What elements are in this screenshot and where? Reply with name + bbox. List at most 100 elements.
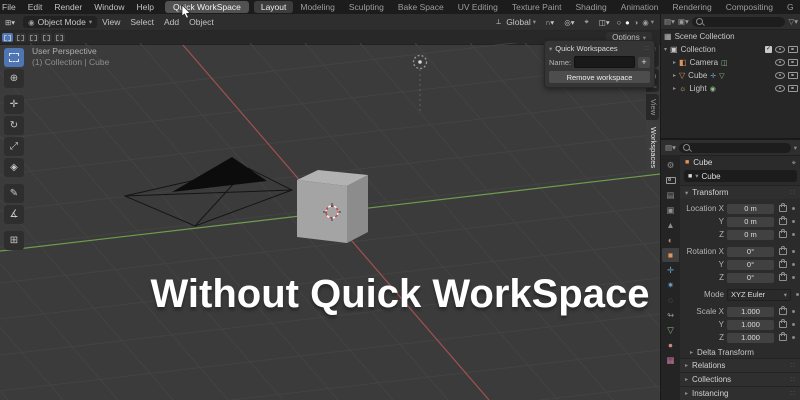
select-mode-set-button[interactable] <box>2 33 13 42</box>
select-mode-invert-button[interactable] <box>41 33 52 42</box>
tab-texture[interactable]: ▦ <box>662 353 679 367</box>
lock-icon[interactable] <box>779 306 787 315</box>
hide-viewport-icon[interactable] <box>775 59 785 66</box>
lock-icon[interactable] <box>779 203 787 212</box>
outliner-row-scene-collection[interactable]: ▦ Scene Collection <box>661 30 800 43</box>
relations-panel[interactable]: ▸ Relations :: <box>680 358 800 372</box>
viewport-canvas[interactable] <box>0 43 660 400</box>
tab-world[interactable]: ◐ <box>662 233 679 247</box>
collection-checkbox[interactable]: ✓ <box>765 46 772 53</box>
expand-icon[interactable]: ▸ <box>673 59 676 66</box>
workspace-tab-rendering[interactable]: Rendering <box>666 1 719 13</box>
transform-panel-header[interactable]: ▾ Transform :: <box>680 185 800 199</box>
snap-magnet-icon[interactable]: ∩▾ <box>540 18 559 27</box>
expand-icon[interactable]: ▾ <box>664 46 667 53</box>
tab-constraints[interactable]: ↬ <box>662 308 679 322</box>
location-x-field[interactable]: 0 m <box>727 203 774 214</box>
expand-icon[interactable]: ▸ <box>673 85 676 92</box>
add-cube-tool-icon[interactable]: ⊞ <box>4 231 24 250</box>
menu-edit[interactable]: Edit <box>22 2 49 12</box>
workspace-tab-bake-space[interactable]: Bake Space <box>391 1 451 13</box>
select-box-tool-icon[interactable] <box>4 48 24 67</box>
animate-dot-icon[interactable] <box>792 233 795 236</box>
scale-x-field[interactable]: 1.000 <box>727 306 774 317</box>
lock-icon[interactable] <box>779 272 787 281</box>
location-z-field[interactable]: 0 m <box>727 229 774 240</box>
viewport-3d[interactable] <box>0 43 660 400</box>
lock-icon[interactable] <box>779 319 787 328</box>
disable-render-icon[interactable] <box>788 72 798 79</box>
tab-output[interactable]: ▤ <box>662 188 679 202</box>
rotate-tool-icon[interactable]: ↻ <box>4 116 24 135</box>
tab-view-layer[interactable]: ▣ <box>662 203 679 217</box>
outliner-row-camera[interactable]: ▸ ◧ Camera ◫ <box>661 56 800 69</box>
animate-dot-icon[interactable] <box>792 323 795 326</box>
drag-handle-icon[interactable]: :: <box>644 45 650 52</box>
transform-tool-icon[interactable]: ◈ <box>4 158 24 177</box>
scale-y-field[interactable]: 1.000 <box>727 319 774 330</box>
collections-panel[interactable]: ▸ Collections :: <box>680 372 800 386</box>
disable-render-icon[interactable] <box>788 59 798 66</box>
rotation-x-field[interactable]: 0° <box>727 246 774 257</box>
tab-modifiers[interactable]: ✛ <box>662 263 679 277</box>
menu-render[interactable]: Render <box>48 2 88 12</box>
shading-rendered-icon[interactable]: ◉ <box>640 18 651 27</box>
gizmo-icon[interactable]: ⌖ <box>580 17 594 27</box>
menu-select[interactable]: Select <box>125 17 159 27</box>
menu-help[interactable]: Help <box>130 2 159 12</box>
tab-tool[interactable]: ⚙ <box>662 158 679 172</box>
menu-add[interactable]: Add <box>159 17 184 27</box>
outliner-filter-mode-icon[interactable]: ▣▾ <box>678 17 689 26</box>
lock-icon[interactable] <box>779 216 787 225</box>
select-mode-extend-button[interactable] <box>15 33 26 42</box>
tab-material[interactable]: ● <box>662 338 679 352</box>
object-name-field[interactable]: ■ ▾ Cube <box>684 170 797 182</box>
lock-icon[interactable] <box>779 246 787 255</box>
measure-tool-icon[interactable]: ∡ <box>4 205 24 224</box>
properties-search-input[interactable] <box>678 142 791 153</box>
chevron-down-icon[interactable]: ▾ <box>794 144 797 152</box>
menu-window[interactable]: Window <box>88 2 130 12</box>
expand-icon[interactable]: ▸ <box>673 72 676 79</box>
hide-viewport-icon[interactable] <box>775 85 785 92</box>
cursor-tool-icon[interactable]: ⊕ <box>4 69 24 88</box>
workspace-tab-shading[interactable]: Shading <box>568 1 613 13</box>
editor-type-icon[interactable]: ▤▾ <box>665 143 676 152</box>
workspace-tab-texture-paint[interactable]: Texture Paint <box>505 1 569 13</box>
transform-orientation-selector[interactable]: Global <box>506 17 531 27</box>
lock-icon[interactable] <box>779 229 787 238</box>
location-y-field[interactable]: 0 m <box>727 216 774 227</box>
overlays-icon[interactable]: ◫▾ <box>594 18 615 27</box>
pin-icon[interactable]: ⌖ <box>792 158 796 168</box>
outliner-row-cube[interactable]: ▸ ▽ Cube ✛ ▽ <box>661 69 800 82</box>
lock-icon[interactable] <box>779 259 787 268</box>
select-mode-subtract-button[interactable] <box>28 33 39 42</box>
workspace-tab-compositing[interactable]: Compositing <box>719 1 780 13</box>
add-workspace-button[interactable]: + <box>638 56 650 68</box>
proportional-editing-icon[interactable]: ◎▾ <box>559 18 579 27</box>
workspace-tab-animation[interactable]: Animation <box>614 1 666 13</box>
instancing-panel[interactable]: ▸ Instancing :: <box>680 386 800 400</box>
workspace-tab-layout[interactable]: Layout <box>253 1 294 13</box>
tab-particles[interactable]: ✷ <box>662 278 679 292</box>
sidebar-tab-view[interactable]: View <box>646 94 659 121</box>
quick-workspace-menu-button[interactable]: Quick WorkSpace <box>164 1 249 13</box>
lock-icon[interactable] <box>779 332 787 341</box>
tab-render[interactable] <box>662 173 679 187</box>
shading-material-icon[interactable]: ◑ <box>632 18 641 27</box>
editor-type-icon[interactable]: ⊞▾ <box>0 18 20 27</box>
workspace-name-input[interactable] <box>574 56 635 68</box>
mode-selector[interactable]: ◉ Object Mode ▾ <box>23 16 98 28</box>
rotation-z-field[interactable]: 0° <box>727 272 774 283</box>
workspace-tab-modeling[interactable]: Modeling <box>293 1 342 13</box>
outliner-display-mode-icon[interactable]: ▤▾ <box>664 17 675 26</box>
move-tool-icon[interactable]: ✛ <box>4 95 24 114</box>
hide-viewport-icon[interactable] <box>775 72 785 79</box>
shading-solid-icon[interactable]: ● <box>623 18 632 27</box>
tab-object-data[interactable]: ▽ <box>662 323 679 337</box>
panel-collapse-icon[interactable]: ▾ <box>549 45 552 53</box>
outliner-row-collection[interactable]: ▾ ▣ Collection ✓ <box>661 43 800 56</box>
tab-scene[interactable]: ▲ <box>662 218 679 232</box>
animate-dot-icon[interactable] <box>792 220 795 223</box>
sidebar-tab-workspaces[interactable]: Workspaces <box>646 122 659 174</box>
